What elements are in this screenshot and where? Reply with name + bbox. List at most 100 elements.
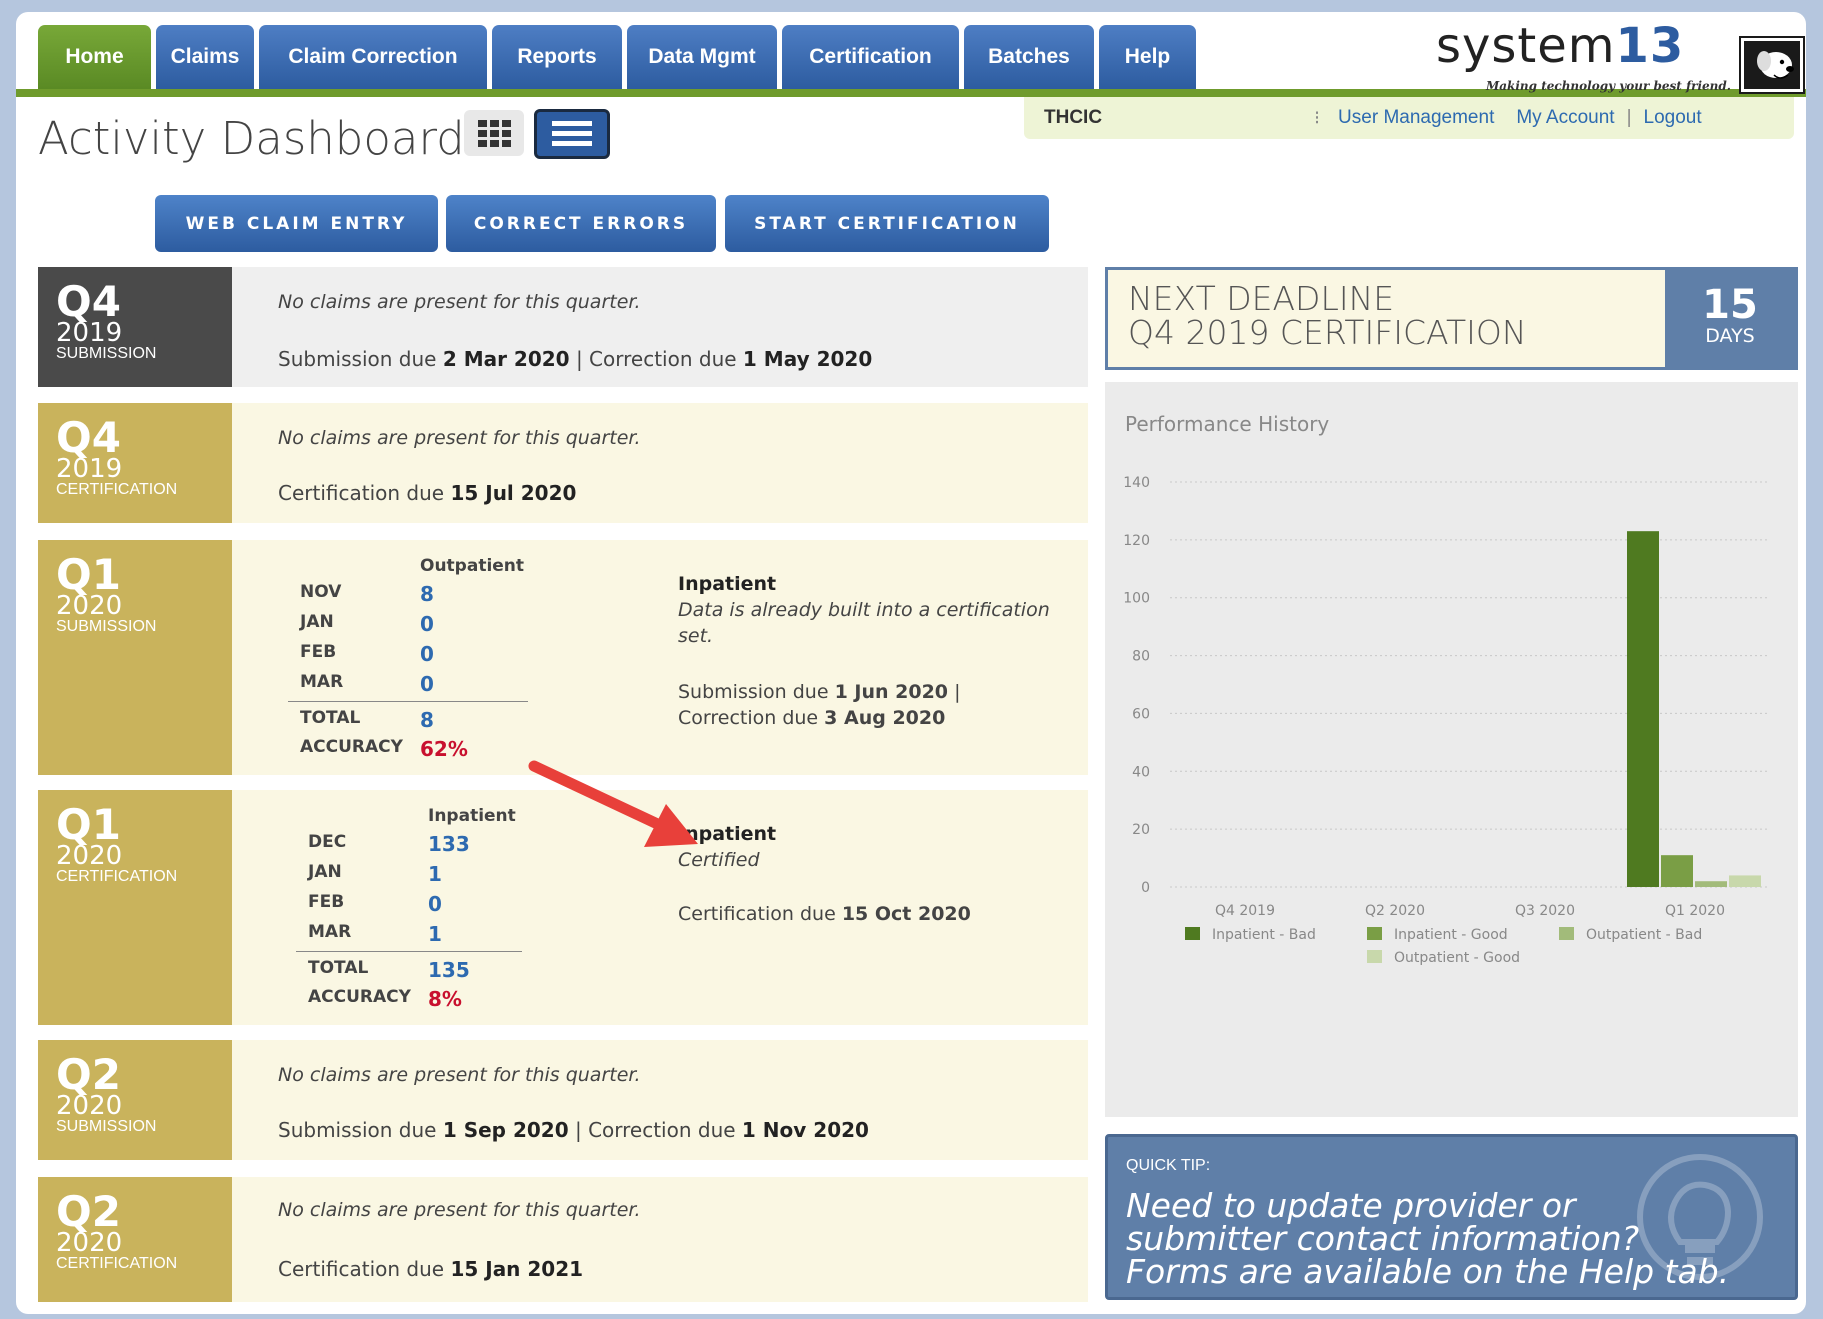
due-date: 1 Sep 2020 <box>442 1118 569 1142</box>
total-value: 8 <box>420 708 434 732</box>
due-label: | Correction due <box>569 347 743 371</box>
quarter-row[interactable]: Q4 2019 SUBMISSION No claims are present… <box>38 267 1088 387</box>
due-label: Correction due <box>678 707 825 729</box>
quarter-code: Q2 <box>56 1050 121 1099</box>
quarter-label: Q4 2019 CERTIFICATION <box>38 403 232 523</box>
quarter-body: No claims are present for this quarter. … <box>232 267 1088 387</box>
tab-help[interactable]: Help <box>1099 25 1196 89</box>
days-remaining: 15 DAYS <box>1665 267 1795 370</box>
quick-tip-card: QUICK TIP: Need to update provider or su… <box>1105 1134 1798 1300</box>
info-status: Certified <box>678 849 760 871</box>
quarter-kind: CERTIFICATION <box>56 1255 178 1272</box>
y-tick-label: 20 <box>1132 822 1150 838</box>
deadline-line: Q4 2019 CERTIFICATION <box>1128 313 1527 352</box>
quarter-label: Q2 2020 SUBMISSION <box>38 1040 232 1160</box>
web-claim-entry-button[interactable]: WEB CLAIM ENTRY <box>155 195 438 252</box>
app-window: Home Claims Claim Correction Reports Dat… <box>16 12 1806 1314</box>
page-title: Activity Dashboard <box>38 112 465 165</box>
quarter-row[interactable]: Q2 2020 SUBMISSION No claims are present… <box>38 1040 1088 1160</box>
quarter-code: Q1 <box>56 550 121 599</box>
grid-view-toggle[interactable] <box>464 110 524 156</box>
user-management-link[interactable]: User Management <box>1338 107 1494 129</box>
performance-history-panel: 0 20 40 60 80 100 120 140 Q4 2019 Q2 2020 Q3 2020 Q… <box>1105 382 1798 1117</box>
red-arrow-icon <box>528 760 698 847</box>
quarter-year: 2020 <box>56 841 123 871</box>
quarter-row[interactable]: Q1 2020 SUBMISSION Outpatient NOV 8 JAN 0 … <box>38 540 1088 775</box>
y-tick-label: 60 <box>1132 706 1150 722</box>
logo-wordmark: system13 <box>1436 18 1685 74</box>
month-label: MAR <box>308 922 352 942</box>
month-value: 1 <box>428 922 442 946</box>
quarter-kind: SUBMISSION <box>56 1118 157 1135</box>
start-certification-button[interactable]: START CERTIFICATION <box>725 195 1049 252</box>
quarter-code: Q2 <box>56 1187 121 1236</box>
due-date: 1 Nov 2020 <box>741 1118 869 1142</box>
due-label: | <box>948 681 961 703</box>
chart-bar <box>1661 855 1693 887</box>
no-claims-note: No claims are present for this quarter. <box>278 1199 641 1221</box>
month-value: 1 <box>428 862 442 886</box>
legend-label: Inpatient - Bad <box>1212 927 1316 943</box>
quarter-row[interactable]: Q4 2019 CERTIFICATION No claims are pres… <box>38 403 1088 523</box>
legend-label: Inpatient - Good <box>1394 927 1508 943</box>
month-label: JAN <box>308 862 342 882</box>
quarter-label: Q1 2020 CERTIFICATION <box>38 790 232 1025</box>
account-links: ⁝ User Management My Account | Logout <box>1314 107 1724 130</box>
quarter-year: 2020 <box>56 1091 123 1121</box>
quarter-body: No claims are present for this quarter. … <box>232 403 1088 523</box>
tab-claim-correction[interactable]: Claim Correction <box>259 25 487 89</box>
tab-batches[interactable]: Batches <box>964 25 1094 89</box>
due-date: 1 May 2020 <box>742 347 873 371</box>
tab-certification[interactable]: Certification <box>782 25 959 89</box>
system13-logo[interactable]: system13 Making technology your best fri… <box>1436 18 1805 94</box>
due-dates: Certification due 15 Oct 2020 <box>678 903 1078 925</box>
month-value: 0 <box>420 672 434 696</box>
due-date: 1 Jun 2020 <box>834 681 949 703</box>
due-date: 15 Oct 2020 <box>841 903 971 925</box>
legend-swatch <box>1559 927 1574 940</box>
quarter-code: Q1 <box>56 800 121 849</box>
legend-label: Outpatient - Bad <box>1586 927 1702 943</box>
next-deadline-card: NEXT DEADLINE Q4 2019 CERTIFICATION 15 D… <box>1105 267 1798 370</box>
quarter-row[interactable]: Q2 2020 CERTIFICATION No claims are pres… <box>38 1177 1088 1302</box>
y-tick-label: 100 <box>1123 591 1150 607</box>
total-divider <box>296 951 522 952</box>
tab-home[interactable]: Home <box>38 25 151 89</box>
due-date: 15 Jul 2020 <box>450 481 577 505</box>
tab-claims[interactable]: Claims <box>156 25 254 89</box>
due-label: | Correction due <box>568 1118 742 1142</box>
month-label: NOV <box>300 582 342 602</box>
list-view-toggle[interactable] <box>534 109 610 159</box>
accuracy-label: ACCURACY <box>300 737 403 757</box>
inpatient-info: Inpatient Data is already built into a c… <box>678 573 1078 731</box>
link-separator: | <box>1626 107 1632 128</box>
my-account-link[interactable]: My Account <box>1516 107 1614 129</box>
due-label: Submission due <box>678 681 835 703</box>
legend-swatch <box>1185 927 1200 940</box>
accuracy-value: 62% <box>420 737 468 761</box>
tab-data-mgmt[interactable]: Data Mgmt <box>627 25 777 89</box>
logout-link[interactable]: Logout <box>1644 107 1702 129</box>
dog-icon <box>1739 36 1805 94</box>
due-label: Certification due <box>278 1257 451 1281</box>
correct-errors-button[interactable]: CORRECT ERRORS <box>446 195 716 252</box>
month-label: JAN <box>300 612 334 632</box>
due-date: 15 Jan 2021 <box>450 1257 584 1281</box>
days-count: 15 <box>1702 282 1758 328</box>
tab-reports[interactable]: Reports <box>492 25 622 89</box>
grid-icon <box>478 120 511 147</box>
quarter-kind: CERTIFICATION <box>56 868 178 885</box>
total-label: TOTAL <box>300 708 361 728</box>
month-label: MAR <box>300 672 344 692</box>
main-nav: Home Claims Claim Correction Reports Dat… <box>38 25 1201 89</box>
month-value: 0 <box>420 642 434 666</box>
due-date: 3 Aug 2020 <box>824 707 946 729</box>
y-tick-label: 0 <box>1141 880 1150 896</box>
total-divider <box>288 701 528 702</box>
account-bar: THCIC ⁝ User Management My Account | Log… <box>1024 97 1794 139</box>
link-separator: ⁝ <box>1314 107 1321 129</box>
due-label: Submission due <box>278 347 443 371</box>
quarter-code: Q4 <box>56 277 121 326</box>
due-dates: Submission due 1 Sep 2020 | Correction d… <box>278 1118 869 1142</box>
quarter-label: Q4 2019 SUBMISSION <box>38 267 232 387</box>
